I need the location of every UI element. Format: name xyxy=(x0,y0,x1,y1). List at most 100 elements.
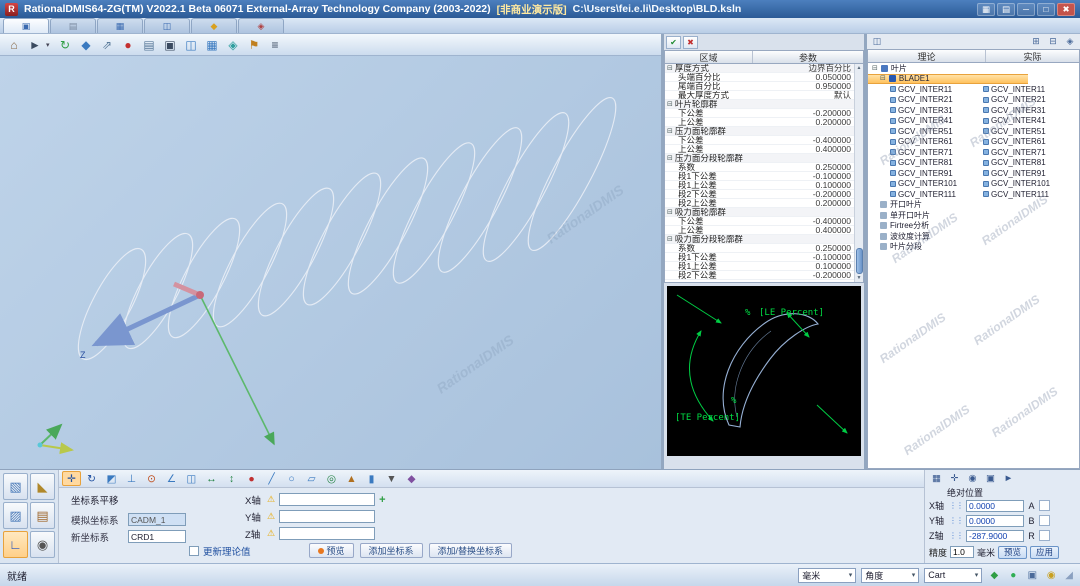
save-icon[interactable]: ▼ xyxy=(382,471,401,486)
keypad-icon[interactable]: ▦ xyxy=(929,472,944,485)
close-button[interactable]: ✖ xyxy=(1057,3,1075,16)
point-icon[interactable]: ● xyxy=(242,471,261,486)
monitor-icon[interactable]: ▣ xyxy=(160,36,180,54)
compare-icon[interactable]: ◫ xyxy=(181,36,201,54)
unit-select[interactable]: 毫米▾ xyxy=(798,568,856,583)
param-row[interactable]: 上公差0.400000 xyxy=(665,145,854,154)
fit-view-button[interactable]: ▨ xyxy=(3,502,28,529)
param-row[interactable]: ⊟压力面分段轮廓群 xyxy=(665,154,854,163)
resize-grip[interactable]: ◢ xyxy=(1065,570,1073,581)
new-coord-input[interactable] xyxy=(128,530,186,543)
close-panel-icon[interactable]: ✖ xyxy=(683,36,698,49)
angle-icon[interactable]: ∠ xyxy=(162,471,181,486)
param-row[interactable]: 段1上公差0.100000 xyxy=(665,181,854,190)
rotate-icon[interactable]: ↻ xyxy=(82,471,101,486)
y-position-value[interactable] xyxy=(966,515,1024,527)
param-row[interactable]: 最大厚度方式默认 xyxy=(665,91,854,100)
report-icon[interactable]: ◈ xyxy=(223,36,243,54)
param-row[interactable]: 段2上公差0.200000 xyxy=(665,199,854,208)
param-row[interactable]: ⊟吸力面分段轮廓群 xyxy=(665,235,854,244)
home-icon[interactable]: ⌂ xyxy=(4,36,24,54)
param-row[interactable]: 段1下公差-0.100000 xyxy=(665,253,854,262)
collapse-icon[interactable]: ⊟ xyxy=(667,236,673,243)
add-axis-icon[interactable]: + xyxy=(379,494,385,506)
tree-feature-row[interactable]: GCV_INTER81GCV_INTER81 xyxy=(868,158,1079,169)
checkbox-box[interactable] xyxy=(189,546,199,556)
cone-icon[interactable]: ▲ xyxy=(342,471,361,486)
scroll-thumb[interactable] xyxy=(856,248,863,274)
collapse-icon[interactable]: ⊟ xyxy=(667,65,673,72)
update-theory-checkbox[interactable]: 更新理论值 xyxy=(189,544,251,558)
warning-lamp-icon[interactable]: ◉ xyxy=(1044,570,1058,581)
view-model-button[interactable]: ▧ xyxy=(3,473,28,500)
capture-icon[interactable]: ▤ xyxy=(997,3,1015,16)
param-row[interactable]: 上公差0.400000 xyxy=(665,226,854,235)
line-icon[interactable]: ╱ xyxy=(262,471,281,486)
param-row[interactable]: 段1上公差0.100000 xyxy=(665,262,854,271)
tree-feature-row[interactable]: GCV_INTER51GCV_INTER51 xyxy=(868,126,1079,137)
maximize-button[interactable]: □ xyxy=(1037,3,1055,16)
param-row[interactable]: 系数0.250000 xyxy=(665,244,854,253)
tab-cad[interactable]: ◈ xyxy=(238,18,284,33)
scroll-up-icon[interactable]: ▲ xyxy=(857,64,862,72)
collapse-icon[interactable]: ⊟ xyxy=(667,128,673,135)
tab-program[interactable]: ▤ xyxy=(50,18,96,33)
record-icon[interactable]: ● xyxy=(118,36,138,54)
more-icon[interactable]: ◆ xyxy=(402,471,421,486)
coord-select[interactable]: Cart▾ xyxy=(924,568,982,583)
camera-button[interactable]: ◉ xyxy=(30,531,55,558)
tree-item-blade[interactable]: ⊟BLADE1 xyxy=(868,74,1028,85)
flag-icon[interactable]: ⚑ xyxy=(244,36,264,54)
minimize-button[interactable]: ─ xyxy=(1017,3,1035,16)
viewport-3d[interactable]: Z RationalDMIS RationalDMIS xyxy=(0,56,661,469)
grid-icon[interactable]: ▦ xyxy=(977,3,995,16)
panel-window-icon[interactable]: ◫ xyxy=(870,36,884,48)
param-row[interactable]: 尾端百分比0.950000 xyxy=(665,82,854,91)
y-offset-input[interactable] xyxy=(279,510,375,523)
add-coordinate-button[interactable]: 添加坐标系 xyxy=(360,543,423,558)
drag-handle-icon[interactable]: ⋮⋮ xyxy=(949,531,963,540)
tree-item[interactable]: Firtree分析 xyxy=(868,221,1079,232)
tree-feature-row[interactable]: GCV_INTER41GCV_INTER41 xyxy=(868,116,1079,127)
tree-feature-row[interactable]: GCV_INTER101GCV_INTER101 xyxy=(868,179,1079,190)
goto-icon[interactable]: ► xyxy=(1001,472,1016,485)
tree-feature-row[interactable]: GCV_INTER111GCV_INTER111 xyxy=(868,189,1079,200)
param-row[interactable]: ⊟压力面轮廓群 xyxy=(665,127,854,136)
param-row[interactable]: ⊟叶片轮廓群 xyxy=(665,100,854,109)
tree-item[interactable]: 单开口叶片 xyxy=(868,210,1079,221)
z-position-value[interactable] xyxy=(966,530,1024,542)
scroll-track[interactable] xyxy=(855,72,863,274)
x-offset-input[interactable] xyxy=(279,493,375,506)
filter-icon[interactable]: ◈ xyxy=(1063,36,1077,48)
tab-measure[interactable]: ▣ xyxy=(3,18,49,33)
param-row[interactable]: ⊟吸力面轮廓群 xyxy=(665,208,854,217)
tab-probe[interactable]: ◆ xyxy=(191,18,237,33)
drag-handle-icon[interactable]: ⋮⋮ xyxy=(949,501,963,510)
circle-icon[interactable]: ○ xyxy=(282,471,301,486)
probe-icon[interactable]: ◆ xyxy=(76,36,96,54)
offset-icon[interactable]: ↔ xyxy=(202,471,221,486)
toolbox-button[interactable]: ▤ xyxy=(30,502,55,529)
plane-align-icon[interactable]: ◩ xyxy=(102,471,121,486)
tree-col-theory[interactable]: 理论 xyxy=(868,50,986,62)
z-offset-input[interactable] xyxy=(279,527,375,540)
coordinate-button[interactable]: ∟ xyxy=(3,531,28,558)
level-icon[interactable]: ↕ xyxy=(222,471,241,486)
dropdown-caret-icon[interactable]: ▾ xyxy=(46,41,54,49)
origin-icon[interactable]: ⊙ xyxy=(142,471,161,486)
collapse-icon[interactable]: ⊟ xyxy=(880,75,886,82)
tree-item[interactable]: 叶片分段 xyxy=(868,242,1079,253)
position-preview-button[interactable]: 预览 xyxy=(998,546,1027,559)
tree-item[interactable]: 波纹度计算 xyxy=(868,231,1079,242)
tree-feature-row[interactable]: GCV_INTER61GCV_INTER61 xyxy=(868,137,1079,148)
translate-icon[interactable]: ✛ xyxy=(62,471,81,486)
select-cursor-icon[interactable]: ► xyxy=(25,36,45,54)
collapse-icon[interactable]: ⊟ xyxy=(667,209,673,216)
tree-root[interactable]: ⊟叶片 xyxy=(868,63,1079,74)
tab-report[interactable]: ◫ xyxy=(144,18,190,33)
cylinder-icon[interactable]: ▮ xyxy=(362,471,381,486)
fly-view-icon[interactable]: ⇗ xyxy=(97,36,117,54)
preview-button[interactable]: 预览 xyxy=(309,543,354,558)
param-row[interactable]: 系数0.250000 xyxy=(665,163,854,172)
collapse-icon[interactable]: ⊟ xyxy=(667,155,673,162)
